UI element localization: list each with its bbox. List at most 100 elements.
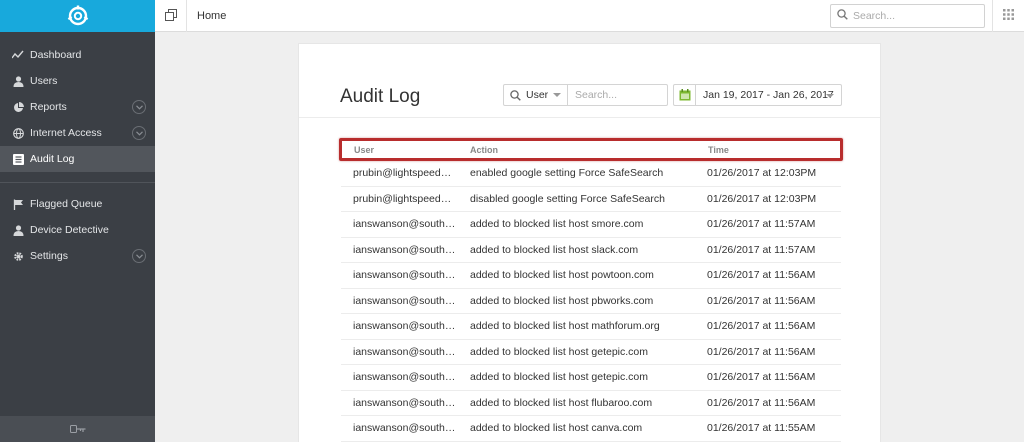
key-icon xyxy=(69,422,86,436)
caret-down-icon xyxy=(826,94,834,98)
action-cell: added to blocked list host pbworks.com xyxy=(470,294,654,307)
table-row[interactable]: ianswanson@southern.edu added to blocked … xyxy=(341,314,841,340)
time-cell: 01/26/2017 at 11:57AM xyxy=(707,218,816,231)
chevron-down-icon[interactable] xyxy=(132,100,146,114)
sidebar-item-dashboard[interactable]: Dashboard xyxy=(0,42,155,68)
breadcrumb[interactable]: Home xyxy=(197,10,226,22)
time-cell: 01/26/2017 at 12:03PM xyxy=(707,192,817,205)
sidebar-item-label: Dashboard xyxy=(30,49,82,61)
sidebar-nav-secondary: Flagged Queue Device Detective Settings xyxy=(0,191,155,269)
list-icon xyxy=(12,153,24,165)
pie-chart-icon xyxy=(12,101,24,113)
calendar-icon xyxy=(674,85,696,105)
column-header-time[interactable]: Time xyxy=(708,145,729,155)
user-cell: ianswanson@southern.edu xyxy=(353,371,456,384)
globe-icon xyxy=(12,127,24,139)
user-icon xyxy=(12,224,24,236)
global-search[interactable] xyxy=(830,4,985,28)
table-row[interactable]: ianswanson@southern.edu added to blocked … xyxy=(341,391,841,416)
sidebar: Dashboard Users Reports Internet Access xyxy=(0,0,155,442)
sidebar-item-reports[interactable]: Reports xyxy=(0,94,155,120)
sidebar-nav: Dashboard Users Reports Internet Access xyxy=(0,32,155,172)
date-range-picker[interactable]: Jan 19, 2017 - Jan 26, 2017 xyxy=(673,84,842,106)
sidebar-item-internet-access[interactable]: Internet Access xyxy=(0,120,155,146)
sidebar-item-label: Flagged Queue xyxy=(30,198,103,210)
time-cell: 01/26/2017 at 11:56AM xyxy=(707,396,816,409)
user-cell: ianswanson@southern.edu xyxy=(353,294,456,307)
sidebar-item-audit-log[interactable]: Audit Log xyxy=(0,146,155,172)
table-row[interactable]: ianswanson@southern.edu added to blocked … xyxy=(341,289,841,314)
apps-grid-button[interactable] xyxy=(992,0,1024,32)
column-header-user[interactable]: User xyxy=(342,145,457,155)
time-cell: 01/26/2017 at 11:55AM xyxy=(707,422,816,435)
global-search-input[interactable] xyxy=(853,10,973,22)
user-cell: ianswanson@southern.edu xyxy=(353,243,456,256)
sidebar-item-device-detective[interactable]: Device Detective xyxy=(0,217,155,243)
audit-log-card: Audit Log User Jan 19, 2017 - Jan 26, 20… xyxy=(298,43,881,442)
time-cell: 01/26/2017 at 11:56AM xyxy=(707,345,816,358)
gear-icon xyxy=(12,250,24,262)
user-cell: prubin@lightspeedsystems.com xyxy=(353,167,456,180)
flag-icon xyxy=(12,198,24,210)
chevron-down-icon[interactable] xyxy=(132,126,146,140)
time-cell: 01/26/2017 at 11:56AM xyxy=(707,371,816,384)
action-cell: added to blocked list host getepic.com xyxy=(470,345,649,358)
caret-down-icon xyxy=(553,93,561,97)
table-row[interactable]: ianswanson@southern.edu added to blocked … xyxy=(341,416,841,442)
line-chart-icon xyxy=(12,49,24,61)
sidebar-item-settings[interactable]: Settings xyxy=(0,243,155,269)
action-cell: added to blocked list host slack.com xyxy=(470,243,639,256)
chevron-down-icon[interactable] xyxy=(132,249,146,263)
logo-bar[interactable] xyxy=(0,0,155,32)
filter-type-label: User xyxy=(526,89,549,101)
brand-logo-icon xyxy=(67,5,88,26)
table-header-row: User Action Time xyxy=(339,138,843,161)
action-cell: added to blocked list host flubaroo.com xyxy=(470,396,653,409)
time-cell: 01/26/2017 at 11:56AM xyxy=(707,294,816,307)
window-toggle-button[interactable] xyxy=(155,0,187,32)
table-row[interactable]: ianswanson@southern.edu added to blocked … xyxy=(341,365,841,391)
grid-icon xyxy=(1003,9,1014,23)
sidebar-footer[interactable] xyxy=(0,416,155,442)
user-cell: ianswanson@southern.edu xyxy=(353,396,456,409)
audit-search-input[interactable] xyxy=(568,85,666,105)
time-cell: 01/26/2017 at 11:57AM xyxy=(707,243,816,256)
sidebar-item-flagged-queue[interactable]: Flagged Queue xyxy=(0,191,155,217)
table-row[interactable]: ianswanson@southern.edu added to blocked … xyxy=(341,238,841,263)
user-cell: ianswanson@southern.edu xyxy=(353,320,456,333)
sidebar-item-label: Internet Access xyxy=(30,127,102,139)
sidebar-item-label: Audit Log xyxy=(30,153,75,165)
audit-filter: User xyxy=(503,84,668,106)
sidebar-item-users[interactable]: Users xyxy=(0,68,155,94)
table-row[interactable]: ianswanson@southern.edu added to blocked … xyxy=(341,263,841,289)
page-title: Audit Log xyxy=(340,86,421,107)
sidebar-item-label: Device Detective xyxy=(30,224,109,236)
table-row[interactable]: ianswanson@southern.edu added to blocked … xyxy=(341,212,841,238)
user-cell: prubin@lightspeedsystems.com xyxy=(353,192,456,205)
sidebar-item-label: Reports xyxy=(30,101,67,113)
sidebar-divider xyxy=(0,182,155,183)
table-body: prubin@lightspeedsystems.com enabled goog… xyxy=(341,161,841,442)
filter-type-select[interactable]: User xyxy=(504,85,568,105)
sidebar-item-label: Users xyxy=(30,75,58,87)
card-divider xyxy=(299,117,880,118)
table-row[interactable]: ianswanson@southern.edu added to blocked … xyxy=(341,340,841,365)
user-cell: ianswanson@southern.edu xyxy=(353,269,456,282)
action-cell: added to blocked list host mathforum.org xyxy=(470,320,660,333)
column-header-action[interactable]: Action xyxy=(457,145,708,155)
date-range-value: Jan 19, 2017 - Jan 26, 2017 xyxy=(703,89,834,101)
user-cell: ianswanson@southern.edu xyxy=(353,345,456,358)
user-cell: ianswanson@southern.edu xyxy=(353,422,456,435)
copy-icon xyxy=(164,8,177,24)
sidebar-item-label: Settings xyxy=(30,250,68,262)
action-cell: enabled google setting Force SafeSearch xyxy=(470,167,664,180)
action-cell: added to blocked list host getepic.com xyxy=(470,371,649,384)
time-cell: 01/26/2017 at 12:03PM xyxy=(707,167,817,180)
action-cell: added to blocked list host smore.com xyxy=(470,218,644,231)
user-icon xyxy=(12,75,24,87)
table-row[interactable]: prubin@lightspeedsystems.com enabled goog… xyxy=(341,161,841,187)
user-cell: ianswanson@southern.edu xyxy=(353,218,456,231)
action-cell: added to blocked list host canva.com xyxy=(470,422,643,435)
table-row[interactable]: prubin@lightspeedsystems.com disabled goo… xyxy=(341,187,841,212)
action-cell: added to blocked list host powtoon.com xyxy=(470,269,654,282)
